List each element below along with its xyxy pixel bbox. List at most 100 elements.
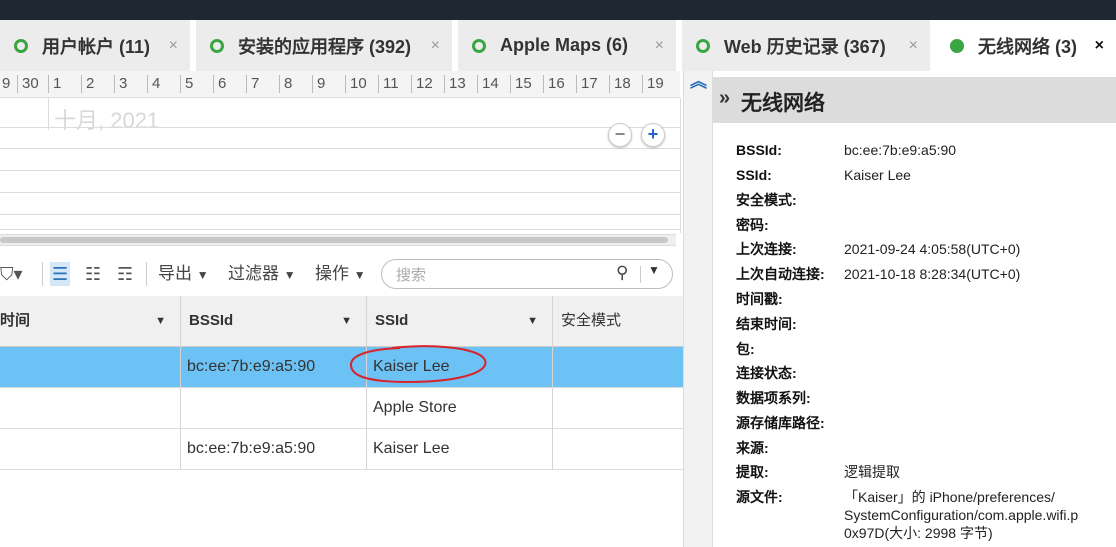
zoom-in-button[interactable]: + [641,123,665,147]
column-header-security[interactable]: 安全模式 [553,296,683,346]
column-header-ssid[interactable]: SSId ▼ [367,296,553,346]
timeline-horizontal-scrollbar[interactable] [0,234,676,246]
column-header-label: 时间 [0,312,31,329]
pane-splitter[interactable]: ︽ [683,71,713,547]
uncheck-list-icon[interactable]: ☷ [85,262,101,286]
bssid-cell [181,388,367,428]
tab-wireless-networks[interactable]: 无线网络 (3) × [936,20,1116,71]
checklist-icon[interactable]: ☰ [50,262,71,286]
chevron-down-icon: ▼ [283,268,296,282]
day-tick: 17 [576,75,598,93]
status-dot-icon [472,38,486,53]
filter-menu[interactable]: 过滤器 ▼ [228,262,296,286]
search-options-dropdown-icon[interactable]: ▼ [648,263,660,277]
tab-label: 安装的应用程序 (392) [238,36,412,57]
property-key: 源存储库路径: [736,415,825,431]
property-key: 时间戳: [736,291,783,307]
property-key: 上次连接: [736,241,797,257]
chevron-down-icon[interactable]: ▼ [527,296,538,346]
details-header: » 无线网络 [713,77,1116,123]
export-menu[interactable]: 导出 ▼ [158,262,209,286]
column-header-bssid[interactable]: BSSId ▼ [181,296,367,346]
security-cell [553,388,683,428]
time-cell [0,429,181,469]
day-tick: 9 [312,75,325,93]
table-row[interactable]: Apple Store [0,388,683,429]
search-input[interactable] [394,265,608,285]
search-icon[interactable]: ⚲ [616,263,628,283]
property-key: 密码: [736,217,769,233]
chevron-down-icon: ▼ [196,268,209,282]
details-title: 无线网络 [741,92,825,115]
timeline-row-line [0,214,680,215]
ssid-cell: Kaiser Lee [367,429,553,469]
table-header: 时间 ▼ BSSId ▼ SSId ▼ 安全模式 [0,296,683,347]
property-key: 上次自动连接: [736,266,825,282]
close-icon[interactable]: × [431,37,440,55]
table-row[interactable]: bc:ee:7b:e9:a5:90 Kaiser Lee [0,347,683,388]
month-divider [48,98,49,130]
property-key: 结束时间: [736,316,797,332]
tab-apple-maps[interactable]: Apple Maps (6) × [458,20,682,71]
tab-label: Web 历史记录 (367) [724,36,886,57]
day-tick: 6 [213,75,226,93]
property-key: 安全模式: [736,192,797,208]
property-key: 源文件: [736,489,783,505]
filter-label: 过滤器 [228,264,279,283]
day-tick: 10 [345,75,367,93]
day-tick: 12 [411,75,433,93]
actions-menu[interactable]: 操作 ▼ [315,262,366,286]
collapse-up-icon[interactable]: ︽ [690,73,707,90]
status-dot-icon [14,38,28,53]
tab-label: 无线网络 (3) [978,36,1077,57]
property-key: SSId: [736,167,772,183]
day-tick: 7 [246,75,259,93]
property-value: 2021-09-24 4:05:58(UTC+0) [844,241,1021,257]
day-tick: 18 [609,75,631,93]
chevron-down-icon: ▼ [353,268,366,282]
tab-user-accounts[interactable]: 用户帐户 (11) × [0,20,196,71]
security-cell [553,347,683,387]
search-box: ⚲ ▼ [381,259,673,289]
bssid-cell: bc:ee:7b:e9:a5:90 [181,347,367,387]
day-tick: 11 [378,75,399,93]
bssid-cell: bc:ee:7b:e9:a5:90 [181,429,367,469]
close-icon[interactable]: × [909,37,918,55]
close-icon[interactable]: × [1095,37,1104,55]
ssid-cell: Apple Store [367,388,553,428]
chevron-down-icon[interactable]: ▼ [155,296,166,346]
day-tick: 13 [444,75,466,93]
close-icon[interactable]: × [655,37,664,55]
tab-web-history[interactable]: Web 历史记录 (367) × [682,20,936,71]
status-dot-icon [696,38,710,53]
timeline-row-line [0,192,680,193]
status-dot-icon [950,38,964,53]
tag-icon[interactable]: ⛉▾ [0,262,23,286]
tab-installed-apps[interactable]: 安装的应用程序 (392) × [196,20,458,71]
month-label: 十月, 2021 [54,108,160,133]
scrollbar-thumb[interactable] [0,237,668,243]
day-tick: 14 [477,75,499,93]
left-pane: 9 30 1 2 3 4 5 6 7 8 9 10 11 12 13 14 15… [0,71,683,547]
zoom-out-button[interactable]: − [608,123,632,147]
column-header-time[interactable]: 时间 ▼ [0,296,181,346]
column-header-label: SSId [375,312,409,329]
property-value: 2021-10-18 8:28:34(UTC+0) [844,266,1021,282]
day-tick: 5 [180,75,193,93]
day-tick: 15 [510,75,532,93]
close-icon[interactable]: × [169,37,178,55]
grid-toolbar: ⛉▾ ☰ ☷ ☶ 导出 ▼ 过滤器 ▼ 操作 ▼ ⚲ ▼ [0,254,683,294]
chevron-down-icon[interactable]: ▼ [341,296,352,346]
security-cell [553,429,683,469]
tab-label: Apple Maps (6) [500,35,629,55]
tab-bar: 用户帐户 (11) × 安装的应用程序 (392) × Apple Maps (… [0,20,1116,71]
property-key: BSSId: [736,142,782,158]
timeline-chart[interactable]: 十月, 2021 [0,98,681,233]
table-row[interactable]: bc:ee:7b:e9:a5:90 Kaiser Lee [0,429,683,470]
timeline-row-line [0,127,680,128]
property-value: bc:ee:7b:e9:a5:90 [844,142,957,158]
column-list-icon[interactable]: ☶ [117,262,133,286]
property-value: 逻辑提取 [844,464,900,480]
property-value: Kaiser Lee [844,167,911,183]
double-chevron-right-icon[interactable]: » [719,87,730,110]
